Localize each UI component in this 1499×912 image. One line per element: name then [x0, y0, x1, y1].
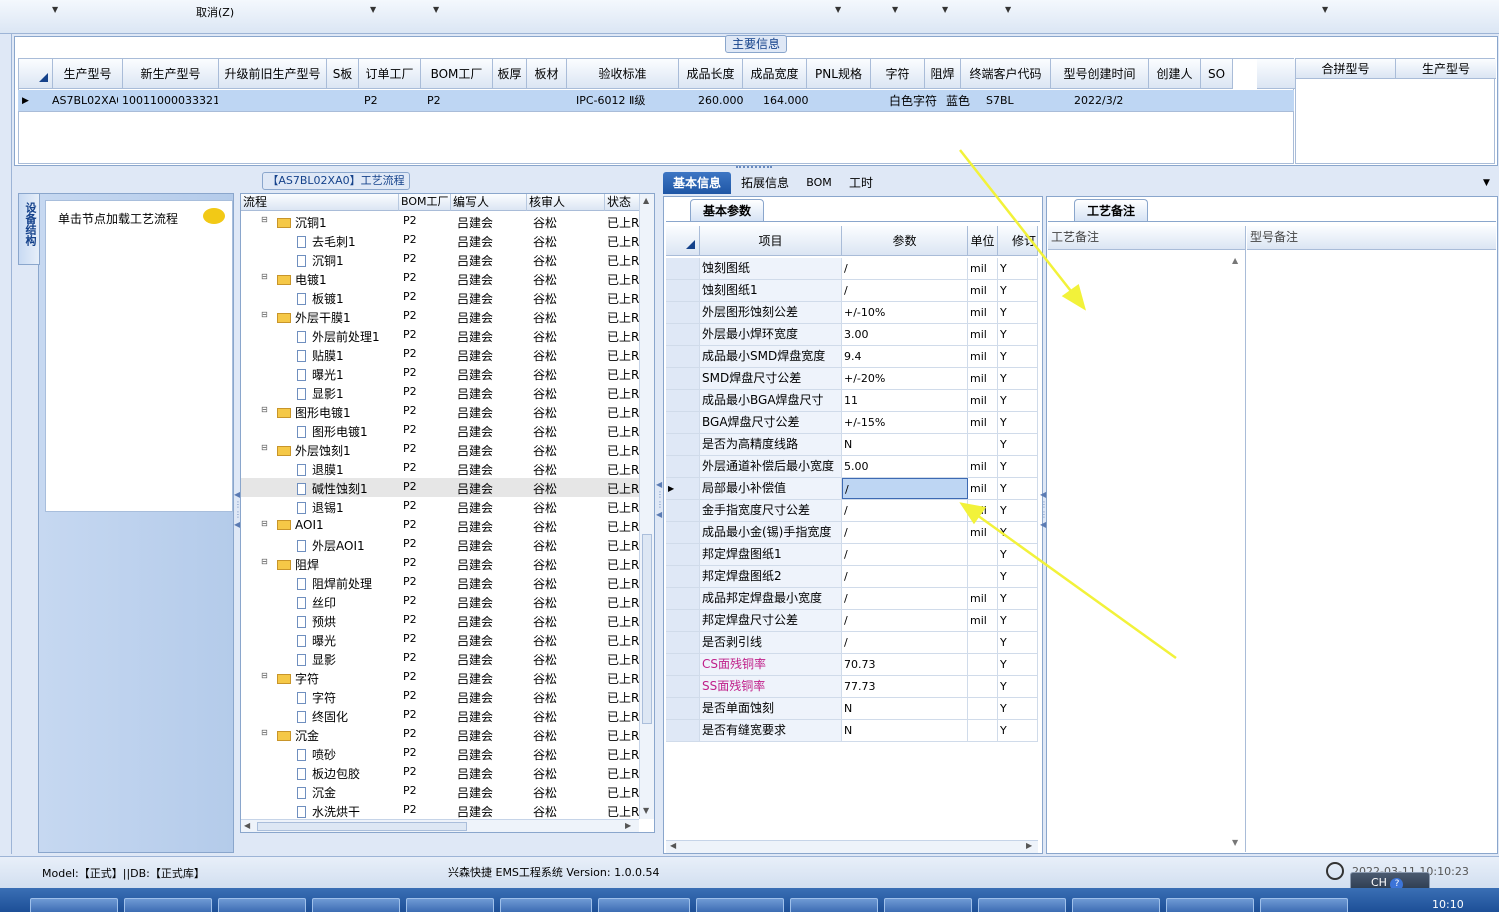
taskbar-button[interactable] [696, 898, 784, 912]
taskbar-button[interactable] [312, 898, 400, 912]
arrow-to-param [969, 508, 1177, 660]
taskbar-button[interactable] [1072, 898, 1160, 912]
clock-icon [1326, 862, 1344, 880]
status-bar: Model:【正式】||DB:【正式库】 兴森快捷 EMS工程系统 Versio… [0, 856, 1499, 888]
arrowhead-param [959, 502, 987, 525]
arrow-to-notes [959, 149, 1079, 301]
taskbar-button[interactable] [1166, 898, 1254, 912]
arrowhead-notes [1061, 283, 1087, 311]
taskbar: 10:10 [0, 888, 1499, 912]
app-version: 兴森快捷 EMS工程系统 Version: 1.0.0.54 [448, 866, 660, 879]
taskbar-button[interactable] [790, 898, 878, 912]
taskbar-button[interactable] [598, 898, 690, 912]
taskbar-button[interactable] [978, 898, 1066, 912]
annotation-arrows [959, 149, 1177, 660]
taskbar-button[interactable] [884, 898, 972, 912]
taskbar-button[interactable] [218, 898, 306, 912]
model-db-status: Model:【正式】||DB:【正式库】 [42, 867, 205, 880]
taskbar-button[interactable] [406, 898, 494, 912]
taskbar-button[interactable] [500, 898, 592, 912]
taskbar-clock: 10:10 [1432, 898, 1464, 911]
taskbar-button[interactable] [30, 898, 118, 912]
taskbar-button[interactable] [124, 898, 212, 912]
taskbar-button[interactable] [1260, 898, 1348, 912]
